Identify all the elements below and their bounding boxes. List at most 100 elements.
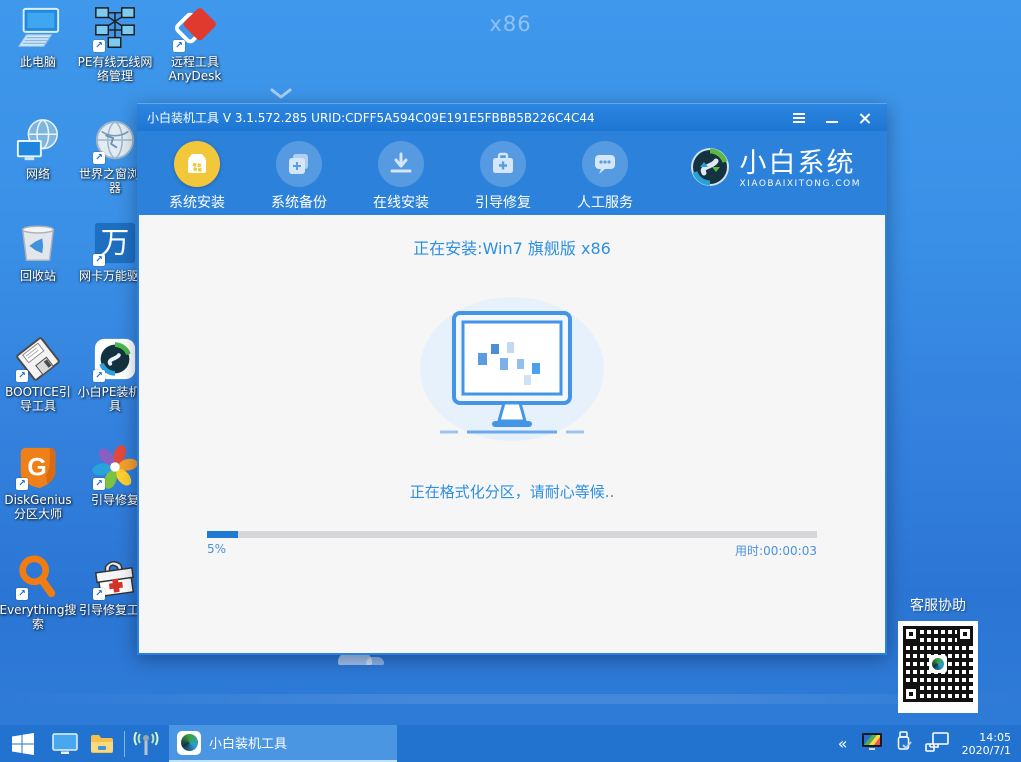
elapsed-time: 用时:00:00:03 — [735, 542, 817, 559]
tab-label: 系统安装 — [161, 192, 233, 212]
desktop-icon-label: 回收站 — [0, 269, 80, 283]
window-title: 小白装机工具 V 3.1.572.285 URID:CDFF5A594C09E1… — [147, 109, 791, 126]
taskbar-clock[interactable]: 14:05 2020/7/1 — [962, 731, 1011, 757]
toolkit-icon — [480, 141, 526, 187]
tray-expand-chevrons[interactable]: « — [838, 734, 848, 753]
shortcut-arrow-badge — [93, 370, 105, 382]
shortcut-arrow-badge — [16, 588, 28, 600]
taskbar-separator — [124, 731, 125, 757]
tab-human-service[interactable]: 人工服务 — [569, 141, 641, 212]
tab-online-install[interactable]: 在线安装 — [365, 141, 437, 212]
tab-label: 引导修复 — [467, 192, 539, 212]
backup-icon — [276, 141, 322, 187]
desktop-icon-this-pc[interactable]: 此电脑 — [0, 6, 80, 69]
desktop-icon-everything[interactable]: Everything搜 索 — [0, 554, 80, 631]
qr-center-logo-icon — [929, 655, 947, 673]
progress-bar — [207, 531, 817, 538]
desktop-icon-label: BOOTICE引 导工具 — [0, 385, 80, 413]
show-desktop-button[interactable] — [46, 725, 84, 762]
desktop-icon-label: 此电脑 — [0, 55, 80, 69]
taskbar-app-xiaobai[interactable]: 小白装机工具 — [169, 725, 397, 762]
installing-title: 正在安装:Win7 旗舰版 x86 — [139, 235, 885, 259]
bootice-icon — [15, 336, 61, 382]
desktop-icon-bootice[interactable]: BOOTICE引 导工具 — [0, 336, 80, 413]
tab-boot-repair[interactable]: 引导修复 — [467, 141, 539, 212]
installer-window: 小白装机工具 V 3.1.572.285 URID:CDFF5A594C09E1… — [137, 103, 887, 655]
close-button[interactable] — [857, 110, 873, 126]
chat-icon — [582, 141, 628, 187]
clock-time: 14:05 — [962, 731, 1011, 744]
network-antenna-button[interactable] — [129, 725, 163, 762]
brand-site: XIAOBAIXITONG.COM — [740, 179, 862, 189]
qr-code — [898, 621, 978, 713]
windows-logo-icon — [12, 733, 34, 755]
desktop-icon-pe-network-manager[interactable]: PE有线无线网 络管理 — [73, 6, 157, 83]
progress-bar-fill — [207, 531, 238, 538]
computer-icon — [15, 6, 61, 52]
desktop-icon-diskgenius[interactable]: G DiskGenius 分区大师 — [0, 444, 80, 521]
desktop-icon-label: 网络 — [0, 167, 80, 181]
download-icon — [378, 141, 424, 187]
support-panel: 客服协助 — [893, 595, 983, 713]
tab-system-backup[interactable]: 系统备份 — [263, 141, 335, 212]
window-content: 正在安装:Win7 旗舰版 x86 — [137, 215, 887, 655]
shortcut-arrow-badge — [93, 152, 105, 164]
desktop-icon-network[interactable]: 网络 — [0, 118, 80, 181]
support-label: 客服协助 — [893, 595, 983, 615]
system-tray: « 14:05 2020/7/1 — [838, 731, 1021, 757]
desktop-icon-anydesk[interactable]: 远程工具 AnyDesk — [153, 6, 237, 83]
desktop-icon-label: DiskGenius 分区大师 — [0, 493, 80, 521]
tab-label: 系统备份 — [263, 192, 335, 212]
nav-bar: 系统安装 系统备份 在线安装 引导修复 人工服务 — [137, 131, 887, 215]
start-button[interactable] — [0, 725, 46, 762]
shortcut-arrow-badge — [93, 478, 105, 490]
pinwheel-repair-icon — [92, 444, 138, 490]
brand-name: 小白系统 — [740, 149, 862, 179]
folder-icon — [90, 734, 114, 754]
menu-icon[interactable] — [791, 110, 807, 126]
driver-icon: 万 — [92, 220, 138, 266]
chevron-down-icon — [270, 88, 292, 100]
xiaobai-logo-icon — [690, 147, 730, 191]
usb-safely-remove-icon[interactable] — [896, 731, 912, 757]
anydesk-icon — [172, 6, 218, 52]
minimize-button[interactable] — [824, 110, 840, 126]
xiaobai-pe-icon — [92, 336, 138, 382]
diskgenius-icon: G — [15, 444, 61, 490]
tab-label: 在线安装 — [365, 192, 437, 212]
sea-streak-decoration — [0, 694, 1021, 704]
window-titlebar[interactable]: 小白装机工具 V 3.1.572.285 URID:CDFF5A594C09E1… — [137, 103, 887, 131]
desktop-icon-label: 远程工具 AnyDesk — [153, 55, 237, 83]
shortcut-arrow-badge — [93, 254, 105, 266]
install-icon — [174, 141, 220, 187]
desktop-icon — [52, 733, 78, 755]
desktop-icon-recycle-bin[interactable]: 回收站 — [0, 220, 80, 283]
status-text: 正在格式化分区，请耐心等候.. — [139, 481, 885, 502]
taskbar: 小白装机工具 « 14:05 2020/7/1 — [0, 725, 1021, 762]
clock-date: 2020/7/1 — [962, 744, 1011, 757]
monitor-illustration — [412, 295, 612, 451]
qr-pattern — [903, 626, 973, 702]
shortcut-arrow-badge — [173, 40, 185, 52]
qr-finder-mark — [903, 626, 919, 642]
xiaobai-app-icon — [177, 731, 201, 755]
everything-icon — [15, 554, 61, 600]
progress-section: 5% 用时:00:00:03 — [207, 531, 817, 559]
antenna-icon — [131, 732, 161, 756]
svg-text:G: G — [27, 454, 46, 482]
browser-icon — [92, 118, 138, 164]
qr-finder-mark — [903, 686, 919, 702]
network-manager-icon — [92, 6, 138, 52]
taskbar-app-label: 小白装机工具 — [209, 733, 287, 752]
brand-area: 小白系统 XIAOBAIXITONG.COM — [690, 147, 862, 191]
network-status-icon[interactable] — [925, 732, 949, 756]
progress-percent: 5% — [207, 542, 226, 559]
recycle-bin-icon — [15, 220, 61, 266]
desktop-icon-label: PE有线无线网 络管理 — [73, 55, 157, 83]
tab-label: 人工服务 — [569, 192, 641, 212]
display-settings-icon[interactable] — [861, 732, 883, 755]
tab-system-install[interactable]: 系统安装 — [161, 141, 233, 212]
repair-toolbox-icon — [92, 554, 138, 600]
file-explorer-button[interactable] — [84, 725, 120, 762]
desktop-icon-label: Everything搜 索 — [0, 603, 80, 631]
